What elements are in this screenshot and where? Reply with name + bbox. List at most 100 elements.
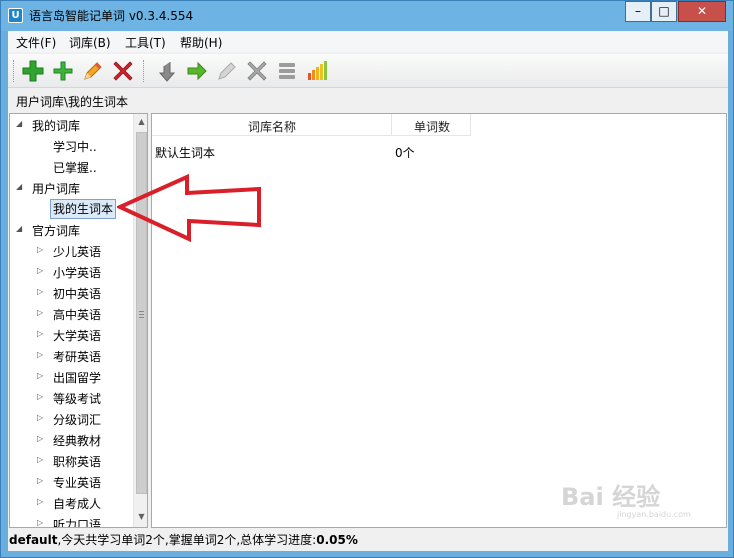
edit-disabled-button[interactable] bbox=[214, 58, 240, 84]
bar-chart-icon bbox=[308, 61, 327, 80]
menu-tools[interactable]: 工具(T) bbox=[125, 34, 166, 51]
collapsed-triangle-icon[interactable]: ▷ bbox=[37, 392, 47, 401]
delete-button[interactable] bbox=[110, 58, 136, 84]
menu-bar: 文件(F) 词库(B) 工具(T) 帮助(H) bbox=[8, 31, 728, 52]
expanded-triangle-icon[interactable]: ◢ bbox=[16, 119, 26, 128]
collapsed-triangle-icon[interactable]: ▷ bbox=[37, 476, 47, 485]
tree-node-official-child[interactable]: ▷ 听力口语 bbox=[10, 514, 134, 527]
column-separator[interactable] bbox=[470, 114, 471, 136]
tree-node-label: 高中英语 bbox=[53, 308, 102, 322]
tree-node-official-child[interactable]: ▷ 经典教材 bbox=[10, 430, 134, 450]
tree-node-official-child[interactable]: ▷ 少儿英语 bbox=[10, 241, 134, 261]
scroll-down-arrow-icon[interactable]: ▼ bbox=[136, 512, 147, 521]
tree-node-label: 考研英语 bbox=[53, 350, 102, 364]
add-library-button[interactable] bbox=[20, 58, 46, 84]
list-gray-icon bbox=[279, 63, 295, 79]
app-logo-icon: U bbox=[8, 8, 23, 23]
tree-node-label: 职称英语 bbox=[53, 455, 102, 469]
collapsed-triangle-icon[interactable]: ▷ bbox=[37, 413, 47, 422]
tree-node-official-child[interactable]: ▷ 大学英语 bbox=[10, 325, 134, 345]
toolbar-separator bbox=[143, 60, 146, 82]
minimize-button[interactable]: – bbox=[625, 1, 651, 22]
tree-node-learning[interactable]: 学习中.. bbox=[10, 136, 134, 156]
add-green-bold-icon bbox=[22, 60, 44, 82]
status-bar: default,今天共学习单词2个,掌握单词2个,总体学习进度:0.05% bbox=[8, 528, 728, 550]
pencil-edit-icon bbox=[84, 62, 102, 80]
toolbar bbox=[8, 54, 728, 88]
tree-node-official-child[interactable]: ▷ 分级词汇 bbox=[10, 409, 134, 429]
collapsed-triangle-icon[interactable]: ▷ bbox=[37, 287, 47, 296]
annotation-arrow-icon bbox=[117, 173, 261, 243]
menu-library[interactable]: 词库(B) bbox=[69, 34, 111, 51]
tree-node-label: 大学英语 bbox=[53, 329, 102, 343]
expanded-triangle-icon[interactable]: ◢ bbox=[16, 224, 26, 233]
tree-node-official-child[interactable]: ▷ 初中英语 bbox=[10, 283, 134, 303]
tree-node-label: 等级考试 bbox=[53, 392, 102, 406]
column-header-name[interactable]: 词库名称 bbox=[248, 118, 296, 135]
collapsed-triangle-icon[interactable]: ▷ bbox=[37, 350, 47, 359]
toolbar-grip bbox=[13, 60, 16, 82]
client-area: 文件(F) 词库(B) 工具(T) 帮助(H) 用户词库\我的生词本 ◢ 我的词… bbox=[8, 31, 728, 551]
status-text: default,今天共学习单词2个,掌握单词2个,总体学习进度:0.05% bbox=[9, 531, 358, 548]
tree-node-official-library[interactable]: ◢ 官方词库 bbox=[10, 220, 134, 240]
tree-node-label: 分级词汇 bbox=[53, 413, 102, 427]
tree-node-official-child[interactable]: ▷ 职称英语 bbox=[10, 451, 134, 471]
path-bar: 用户词库\我的生词本 bbox=[8, 89, 728, 113]
tree-node-label: 少儿英语 bbox=[53, 245, 102, 259]
tree-node-label: 初中英语 bbox=[53, 287, 102, 301]
move-down-button[interactable] bbox=[154, 58, 180, 84]
column-header-count[interactable]: 单词数 bbox=[414, 118, 450, 135]
status-summary: ,今天共学习单词2个,掌握单词2个,总体学习进度: bbox=[57, 533, 317, 547]
current-path: 用户词库\我的生词本 bbox=[16, 95, 129, 109]
tree-node-label: 小学英语 bbox=[53, 266, 102, 280]
row-count: 0个 bbox=[395, 146, 415, 160]
collapsed-triangle-icon[interactable]: ▷ bbox=[37, 266, 47, 275]
tree-node-official-child[interactable]: ▷ 考研英语 bbox=[10, 346, 134, 366]
app-window: U 语言岛智能记单词 v0.3.4.554 – □ ✕ 文件(F) 词库(B) … bbox=[0, 0, 734, 558]
statistics-button[interactable] bbox=[304, 58, 330, 84]
menu-file[interactable]: 文件(F) bbox=[16, 34, 56, 51]
close-button[interactable]: ✕ bbox=[678, 1, 726, 22]
tree-node-official-child[interactable]: ▷ 专业英语 bbox=[10, 472, 134, 492]
tree-node-label: 出国留学 bbox=[53, 371, 102, 385]
list-header: 词库名称 单词数 bbox=[152, 114, 471, 136]
tree-node-official-child[interactable]: ▷ 等级考试 bbox=[10, 388, 134, 408]
add-word-button[interactable] bbox=[50, 58, 76, 84]
collapsed-triangle-icon[interactable]: ▷ bbox=[37, 497, 47, 506]
collapsed-triangle-icon[interactable]: ▷ bbox=[37, 245, 47, 254]
tree-node-user-library[interactable]: ◢ 用户词库 bbox=[10, 178, 134, 198]
collapsed-triangle-icon[interactable]: ▷ bbox=[37, 371, 47, 380]
tree-node-official-child[interactable]: ▷ 自考成人 bbox=[10, 493, 134, 513]
tree-node-my-library[interactable]: ◢ 我的词库 bbox=[10, 115, 134, 135]
collapsed-triangle-icon[interactable]: ▷ bbox=[37, 455, 47, 464]
svg-text:Bai 经验: Bai 经验 bbox=[561, 483, 660, 511]
right-arrow-green-icon bbox=[187, 61, 207, 81]
title-bar[interactable]: U 语言岛智能记单词 v0.3.4.554 – □ ✕ bbox=[1, 1, 733, 31]
delete-red-icon bbox=[113, 61, 133, 81]
edit-button[interactable] bbox=[80, 58, 106, 84]
row-name: 默认生词本 bbox=[155, 146, 216, 160]
column-separator[interactable] bbox=[391, 114, 392, 136]
collapsed-triangle-icon[interactable]: ▷ bbox=[37, 434, 47, 443]
list-button[interactable] bbox=[274, 58, 300, 84]
down-arrow-gray-icon bbox=[158, 62, 176, 82]
delete-gray-icon bbox=[247, 61, 267, 81]
tree-node-label: 经典教材 bbox=[53, 434, 102, 448]
move-right-button[interactable] bbox=[184, 58, 210, 84]
tree-node-official-child[interactable]: ▷ 出国留学 bbox=[10, 367, 134, 387]
tree-node-official-child[interactable]: ▷ 小学英语 bbox=[10, 262, 134, 282]
collapsed-triangle-icon[interactable]: ▷ bbox=[37, 329, 47, 338]
thumb-grip-icon bbox=[139, 311, 144, 318]
tree-node-mastered[interactable]: 已掌握.. bbox=[10, 157, 134, 177]
add-green-icon bbox=[53, 61, 73, 81]
collapsed-triangle-icon[interactable]: ▷ bbox=[37, 308, 47, 317]
tree-node-label: 自考成人 bbox=[53, 497, 102, 511]
scroll-up-arrow-icon[interactable]: ▲ bbox=[136, 117, 147, 126]
collapsed-triangle-icon[interactable]: ▷ bbox=[37, 518, 47, 527]
maximize-button[interactable]: □ bbox=[651, 1, 677, 22]
delete-disabled-button[interactable] bbox=[244, 58, 270, 84]
tree-node-my-wordbook[interactable]: 我的生词本 bbox=[10, 199, 134, 219]
menu-help[interactable]: 帮助(H) bbox=[180, 34, 222, 51]
expanded-triangle-icon[interactable]: ◢ bbox=[16, 182, 26, 191]
tree-node-official-child[interactable]: ▷ 高中英语 bbox=[10, 304, 134, 324]
